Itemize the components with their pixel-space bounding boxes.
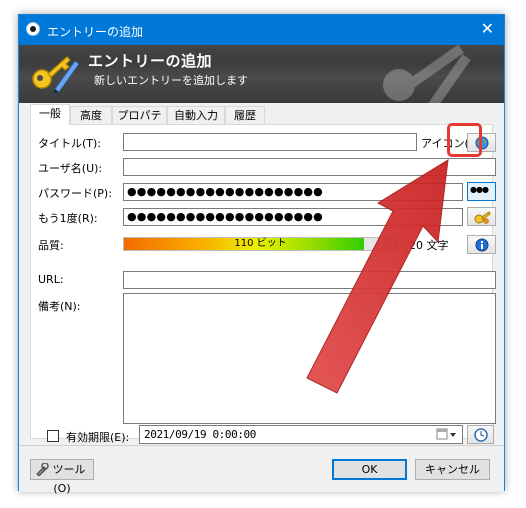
tab-general[interactable]: 一般 <box>30 104 70 125</box>
annotation-arrow <box>306 159 449 394</box>
